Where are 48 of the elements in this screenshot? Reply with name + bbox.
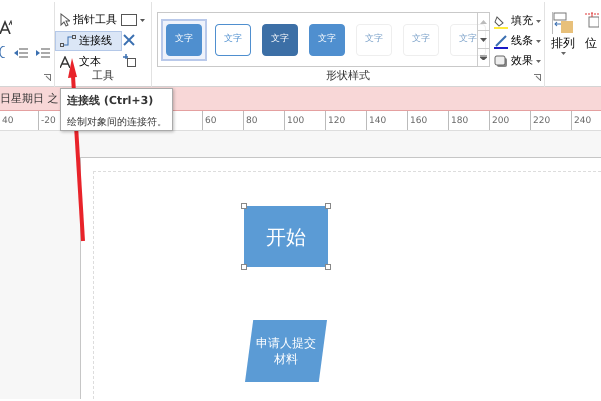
selection-handle[interactable]: [325, 203, 331, 209]
ruler-label: 200: [489, 111, 530, 130]
connector-icon: [60, 35, 76, 47]
connection-point-icon[interactable]: [123, 54, 137, 68]
position-button[interactable]: 位: [585, 12, 599, 52]
group-launcher-icon[interactable]: [534, 74, 541, 81]
format-button[interactable]: 线条: [492, 32, 543, 51]
scroll-down-icon[interactable]: [480, 36, 487, 42]
ruler-label: 100: [284, 111, 325, 130]
gallery-more-icon[interactable]: [480, 54, 487, 60]
tooltip-title: 连接线 (Ctrl+3): [67, 93, 154, 109]
ruler-label: 180: [448, 111, 489, 130]
format-button[interactable]: 填充: [492, 12, 543, 31]
caret-icon: [536, 60, 541, 63]
selection-handle[interactable]: [241, 203, 247, 209]
rectangle-dropdown-icon[interactable]: [121, 14, 145, 26]
ruler-label: 220: [530, 111, 571, 130]
format-button[interactable]: 效果: [492, 52, 543, 71]
ruler-label: 140: [366, 111, 407, 130]
arrange-button[interactable]: 排列: [551, 12, 575, 55]
grow-font-icon[interactable]: [0, 20, 12, 34]
tool-button[interactable]: 指针工具: [55, 10, 122, 30]
text-tool-icon: [60, 56, 70, 68]
data-shape[interactable]: 申请人提交材料: [245, 320, 327, 382]
selection-handle[interactable]: [325, 264, 331, 270]
group-label: 工具: [91, 68, 115, 84]
pointer-icon: [60, 13, 70, 27]
indent-increase-icon[interactable]: [36, 48, 50, 58]
process-shape[interactable]: 开始: [244, 206, 328, 267]
line-icon: [494, 34, 508, 48]
caret-icon: [536, 20, 541, 23]
close-icon[interactable]: [123, 34, 135, 46]
ruler-label: 80: [243, 111, 284, 130]
caret-icon: [560, 52, 566, 55]
fill-icon: [494, 14, 508, 28]
selection-handle[interactable]: [241, 264, 247, 270]
ruler-label: 40: [1, 115, 14, 128]
ruler-label: 60: [202, 111, 243, 130]
arrange-icon: [552, 12, 574, 34]
ruler-label: 240: [571, 111, 601, 130]
group-launcher-icon[interactable]: [44, 74, 51, 81]
tool-button[interactable]: 连接线: [55, 31, 122, 51]
caret-icon: [536, 40, 541, 43]
ruler-label: 160: [407, 111, 448, 130]
indent-decrease-icon[interactable]: [14, 48, 28, 58]
effect-icon: [494, 54, 508, 68]
ruler-label: 120: [325, 111, 366, 130]
group-label: 形状样式: [325, 68, 371, 84]
